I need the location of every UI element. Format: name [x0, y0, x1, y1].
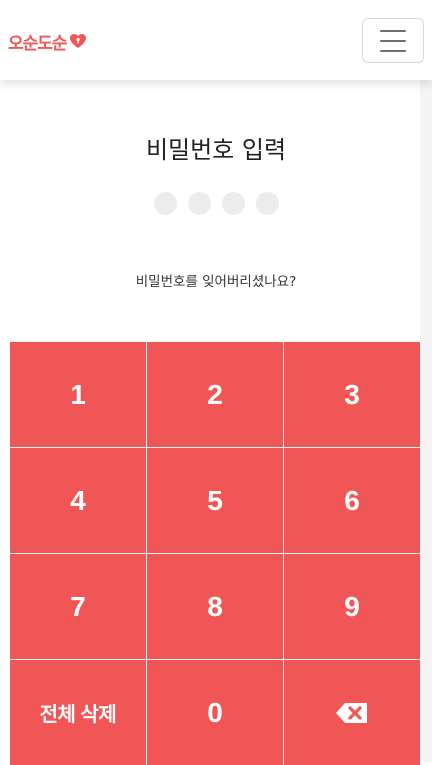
clear-all-button[interactable]: 전체 삭제	[10, 660, 146, 765]
page-edge	[420, 80, 432, 762]
header: 오순도순	[0, 0, 432, 80]
key-8[interactable]: 8	[147, 554, 283, 659]
pin-dot	[255, 192, 279, 215]
hamburger-menu-icon	[380, 29, 406, 32]
hamburger-menu-icon	[380, 39, 406, 42]
pin-indicator	[0, 192, 432, 215]
pin-dot	[153, 192, 177, 215]
keypad: 1 2 3 4 5 6 7 8 9 전체 삭제 0	[10, 342, 420, 765]
logo[interactable]: 오순도순	[8, 28, 87, 54]
backspace-icon	[336, 702, 367, 723]
hamburger-menu-icon	[380, 49, 406, 52]
forgot-password-link[interactable]: 비밀번호를 잊어버리셨나요?	[0, 270, 432, 290]
pin-dot	[187, 192, 211, 215]
key-1[interactable]: 1	[10, 342, 146, 447]
key-5[interactable]: 5	[147, 448, 283, 553]
heart-lock-icon	[69, 34, 86, 48]
pin-dot	[221, 192, 245, 215]
key-3[interactable]: 3	[284, 342, 420, 447]
page-title: 비밀번호 입력	[145, 136, 287, 164]
key-4[interactable]: 4	[10, 448, 146, 553]
key-7[interactable]: 7	[10, 554, 146, 659]
logo-text: 오순도순	[8, 33, 68, 54]
key-6[interactable]: 6	[284, 448, 420, 553]
key-0[interactable]: 0	[147, 660, 283, 765]
key-2[interactable]: 2	[147, 342, 283, 447]
backspace-button[interactable]	[284, 660, 420, 765]
key-9[interactable]: 9	[284, 554, 420, 659]
menu-button[interactable]	[362, 18, 424, 63]
